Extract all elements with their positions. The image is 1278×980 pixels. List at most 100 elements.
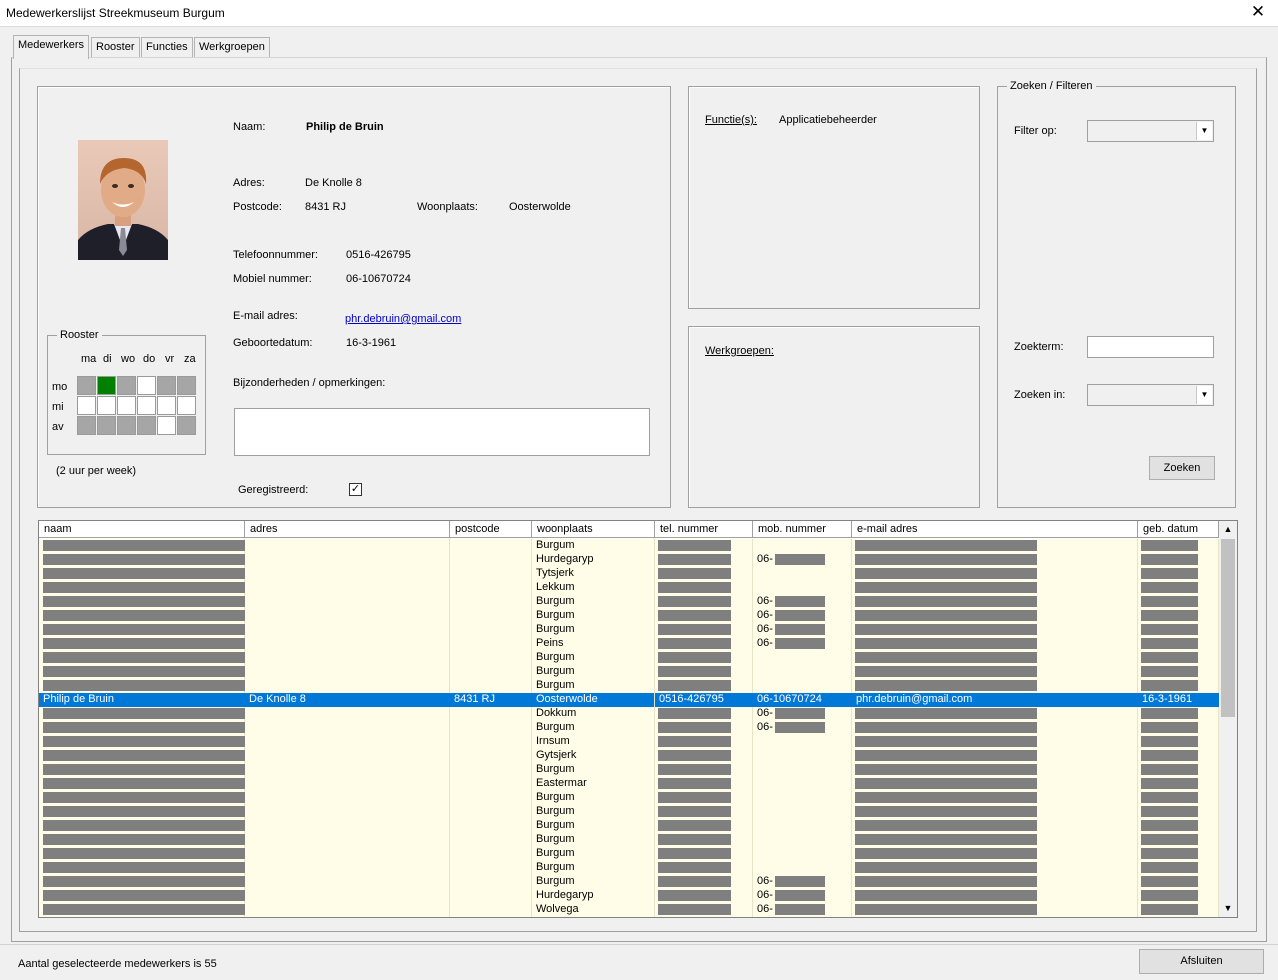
cell-geb [1138,791,1219,805]
rooster-cell-mo-di[interactable] [97,376,116,395]
close-icon[interactable]: ✕ [1248,2,1268,22]
table-row[interactable]: Irnsum [39,735,1219,749]
table-row[interactable]: Tytsjerk [39,567,1219,581]
scrollbar-thumb[interactable] [1221,539,1235,717]
table-row[interactable]: Burgum 06- [39,721,1219,735]
redaction-block [1141,890,1198,901]
cell-woonplaats: Tytsjerk [532,567,655,581]
rooster-cell-mi-vr[interactable] [157,396,176,415]
redaction-block [658,680,731,691]
rooster-cell-mi-di[interactable] [97,396,116,415]
tab-medewerkers[interactable]: Medewerkers [13,35,90,59]
redaction-block [775,554,825,565]
table-row[interactable]: Burgum [39,847,1219,861]
cell-adres [245,623,450,637]
afsluiten-button[interactable]: Afsluiten [1139,949,1264,974]
cell-adres [245,581,450,595]
filter-select[interactable]: ▼ [1087,120,1214,142]
rooster-cell-mo-do[interactable] [137,376,156,395]
table-row[interactable]: Burgum 06- [39,609,1219,623]
table-row[interactable]: Burgum [39,763,1219,777]
cell-woonplaats: Burgum [532,847,655,861]
scroll-down-icon[interactable]: ▼ [1219,900,1237,917]
table-row[interactable]: Burgum [39,665,1219,679]
cell-geb [1138,567,1219,581]
redaction-block [658,806,731,817]
cell-tel [655,651,753,665]
cell-email: phr.debruin@gmail.com [852,693,1138,707]
tab-rooster[interactable]: Rooster [91,37,140,57]
zoekterm-input[interactable] [1087,336,1214,358]
cell-email [852,665,1138,679]
col-header-postcode[interactable]: postcode [450,521,532,538]
cell-geb [1138,651,1219,665]
rooster-cell-mo-ma[interactable] [77,376,96,395]
rooster-cell-av-di[interactable] [97,416,116,435]
table-row[interactable]: Burgum 06- [39,595,1219,609]
table-row[interactable]: Burgum [39,805,1219,819]
rooster-cell-mo-vr[interactable] [157,376,176,395]
redaction-block [658,568,731,579]
email-link[interactable]: phr.debruin@gmail.com [345,313,461,325]
rooster-cell-mi-wo[interactable] [117,396,136,415]
cell-postcode [450,875,532,889]
table-row[interactable]: Lekkum [39,581,1219,595]
cell-postcode [450,861,532,875]
tab-werkgroepen[interactable]: Werkgroepen [194,37,270,57]
table-row[interactable]: Burgum 06- [39,623,1219,637]
col-header-naam[interactable]: naam [39,521,245,538]
cell-adres: De Knolle 8 [245,693,450,707]
table-row[interactable]: Hurdegaryp 06- [39,553,1219,567]
table-row[interactable]: Dokkum 06- [39,707,1219,721]
cell-naam [39,791,529,805]
table-row[interactable]: Burgum 06- [39,875,1219,889]
zoeken-in-select[interactable]: ▼ [1087,384,1214,406]
adres-label: Adres: [233,177,265,189]
col-header-email[interactable]: e-mail adres [852,521,1138,538]
rooster-cell-mi-do[interactable] [137,396,156,415]
rooster-cell-av-vr[interactable] [157,416,176,435]
col-header-mob[interactable]: mob. nummer [753,521,852,538]
zoeken-button[interactable]: Zoeken [1149,456,1215,480]
table-row[interactable]: Burgum [39,819,1219,833]
table-row[interactable]: Philip de Bruin De Knolle 8 8431 RJ Oosterw… [39,693,1219,707]
vertical-scrollbar[interactable]: ▲ ▼ [1219,521,1237,917]
cell-mob [753,805,852,819]
table-row[interactable]: Burgum [39,833,1219,847]
cell-email [852,623,1138,637]
table-row[interactable]: Hurdegaryp 06- [39,889,1219,903]
rooster-cell-mi-za[interactable] [177,396,196,415]
rooster-cell-av-wo[interactable] [117,416,136,435]
rooster-cell-mi-ma[interactable] [77,396,96,415]
cell-geb [1138,805,1219,819]
table-row[interactable]: Burgum [39,791,1219,805]
col-header-woonplaats[interactable]: woonplaats [532,521,655,538]
cell-postcode [450,539,532,553]
table-row[interactable]: Burgum [39,539,1219,553]
col-header-geb[interactable]: geb. datum [1138,521,1219,538]
scroll-up-icon[interactable]: ▲ [1219,521,1237,538]
redaction-block [855,778,1037,789]
geregistreerd-checkbox[interactable]: ✓ [349,483,362,496]
cell-mob: 06- [753,637,852,651]
table-row[interactable]: Burgum [39,679,1219,693]
table-row[interactable]: Burgum [39,651,1219,665]
bijzonderheden-field[interactable] [234,408,650,456]
cell-naam [39,735,529,749]
table-row[interactable]: Burgum [39,861,1219,875]
rooster-cell-mo-za[interactable] [177,376,196,395]
employee-table[interactable]: naam adres postcode woonplaats tel. numm… [38,520,1238,918]
table-row[interactable]: Eastermar [39,777,1219,791]
rooster-cell-mo-wo[interactable] [117,376,136,395]
table-row[interactable]: Peins 06- [39,637,1219,651]
table-row[interactable]: Gytsjerk [39,749,1219,763]
col-header-adres[interactable]: adres [245,521,450,538]
table-row[interactable]: Wolvega 06- [39,903,1219,917]
rooster-cell-av-za[interactable] [177,416,196,435]
cell-email [852,805,1138,819]
rooster-cell-av-ma[interactable] [77,416,96,435]
redaction-block [658,848,731,859]
col-header-tel[interactable]: tel. nummer [655,521,753,538]
tab-functies[interactable]: Functies [141,37,193,57]
rooster-cell-av-do[interactable] [137,416,156,435]
